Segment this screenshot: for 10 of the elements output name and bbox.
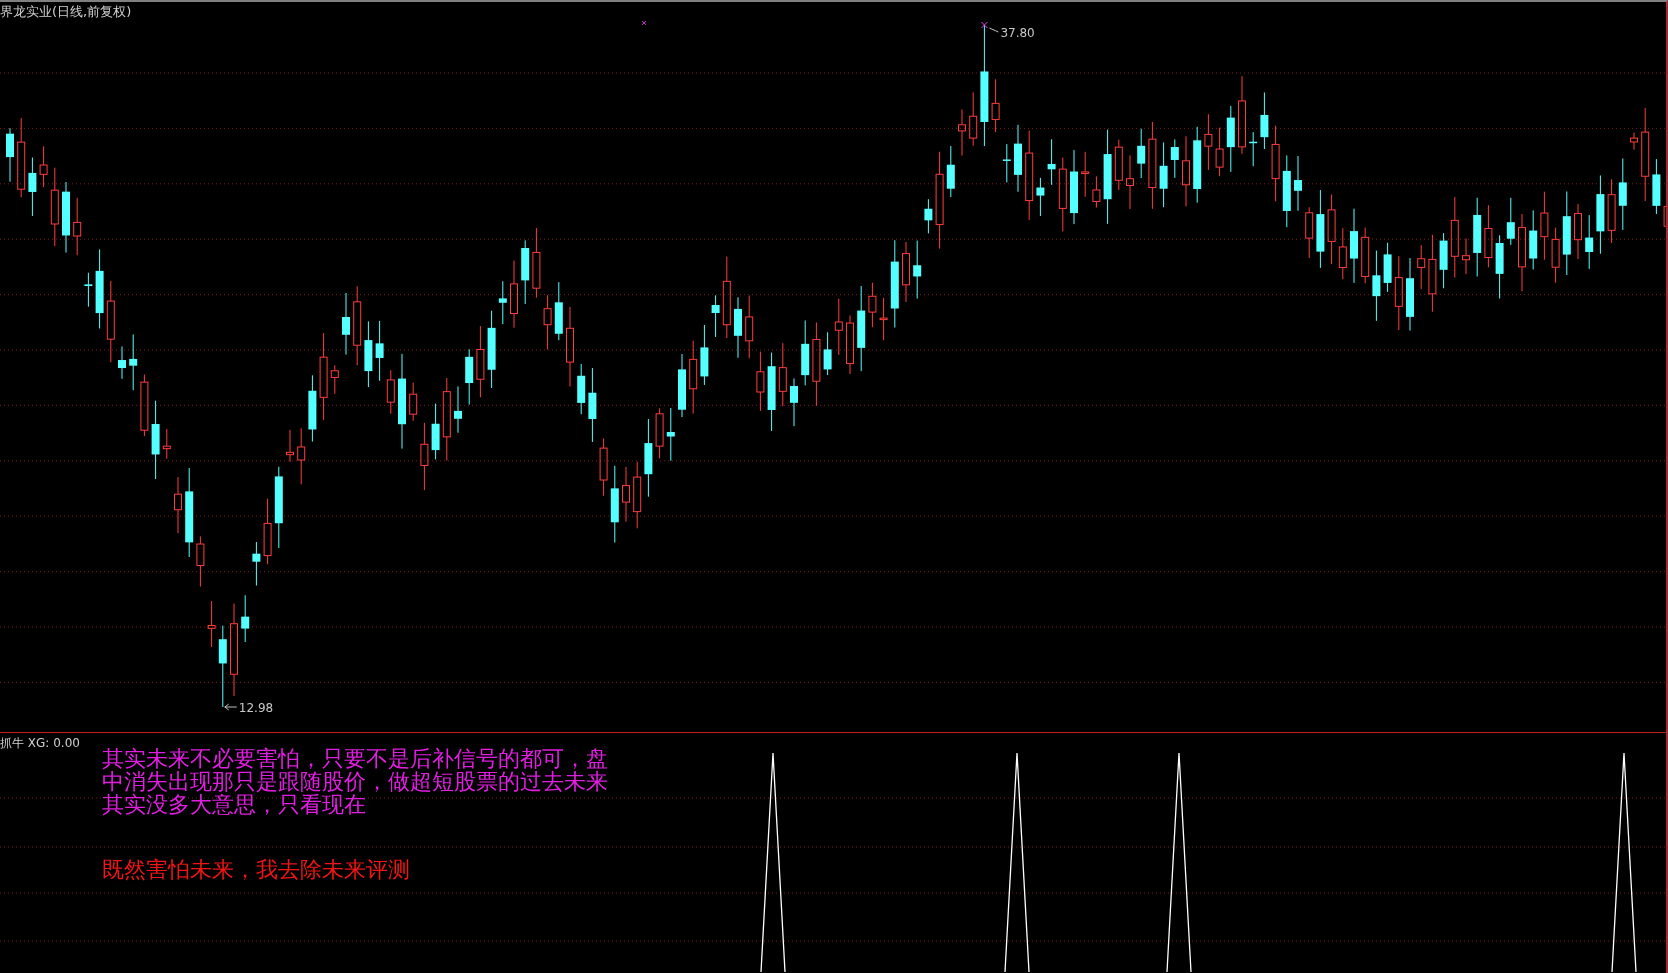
marker-icon — [980, 21, 988, 29]
leader-line — [988, 27, 999, 33]
note-text: 既然害怕未来，我去除未来评测 — [102, 858, 411, 881]
note-text: 其实未来不必要害怕，只要不是后补信号的都可，盘中消失出现那只是跟随股价，做超短股票的过去未来其实没多大意思，只看现在 — [102, 747, 609, 816]
window-title: 界龙实业(日线,前复权) — [0, 3, 132, 21]
marker-icon — [641, 20, 647, 26]
price-label: 12.98 — [238, 701, 274, 715]
price-label: 37.80 — [1000, 26, 1035, 40]
arrow-icon — [224, 703, 238, 711]
indicator-label: 抓牛 XG: 0.00 — [0, 735, 80, 752]
